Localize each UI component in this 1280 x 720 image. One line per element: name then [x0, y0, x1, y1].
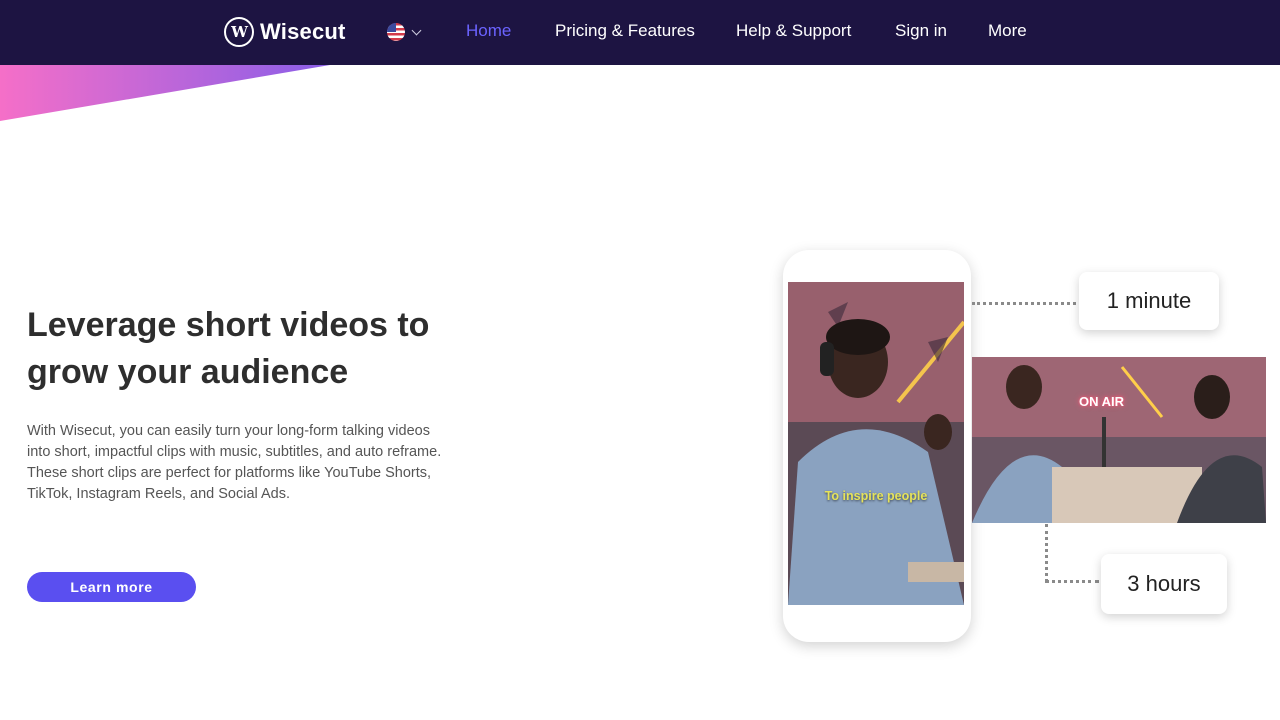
studio-illustration [972, 357, 1266, 523]
logo-mark-icon: W [224, 17, 254, 47]
nav-pricing-features-link[interactable]: Pricing & Features [555, 21, 695, 41]
wisecut-logo[interactable]: W Wisecut [224, 16, 346, 48]
nav-home-link[interactable]: Home [466, 21, 511, 41]
on-air-sign: ON AIR [1079, 394, 1125, 409]
nav-more-link[interactable]: More [988, 21, 1027, 41]
language-selector[interactable] [387, 22, 422, 42]
us-flag-icon [387, 23, 405, 41]
podcaster-illustration [788, 282, 964, 605]
long-video-thumbnail: ON AIR [972, 357, 1266, 523]
nav-sign-in-link[interactable]: Sign in [895, 21, 947, 41]
short-video-thumbnail: To inspire people [788, 282, 964, 605]
connector-dotted-line-horizontal [1045, 580, 1099, 583]
chevron-down-icon [411, 25, 422, 35]
learn-more-button[interactable]: Learn more [27, 572, 196, 602]
short-duration-label: 1 minute [1079, 272, 1219, 330]
nav-help-support-link[interactable]: Help & Support [736, 21, 851, 41]
long-duration-label: 3 hours [1101, 554, 1227, 614]
hero-title: Leverage short videos to grow your audie… [27, 306, 430, 391]
logo-text: Wisecut [260, 19, 346, 44]
connector-dotted-line-vertical [1045, 524, 1048, 582]
video-subtitle: To inspire people [824, 489, 928, 503]
top-navbar: W Wisecut Home Pricing & Features Help &… [0, 0, 1280, 65]
hero-description: With Wisecut, you can easily turn your l… [27, 423, 442, 502]
decorative-wedge [0, 65, 330, 121]
connector-dotted-line [972, 302, 1076, 305]
phone-mockup: To inspire people [783, 250, 971, 642]
